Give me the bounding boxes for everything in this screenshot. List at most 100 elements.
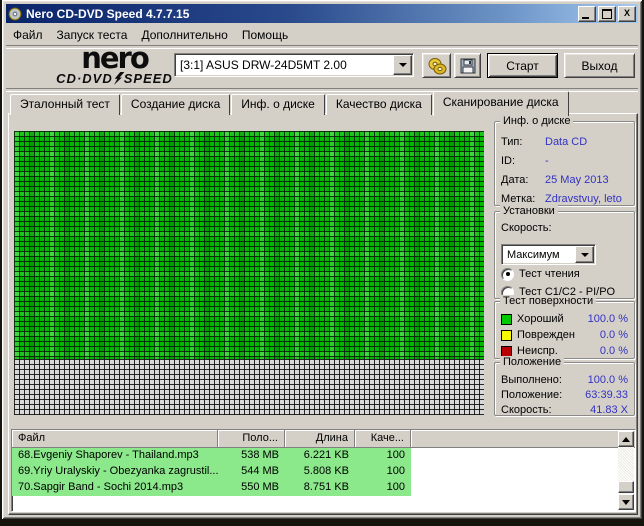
speed-row: Скорость: 41.83 X [501,402,628,417]
disc-type-label: Тип: [501,135,523,148]
exit-button[interactable]: Выход [564,53,635,78]
minimize-icon [582,16,589,19]
table-row[interactable]: 69.Yriy Uralyskiy - Obezyanka zagrustil.… [12,464,635,480]
surface-good-row: Хороший 100.0 % [501,311,628,327]
read-test-label: Тест чтения [519,268,580,280]
cell-length: 8.751 KB [285,480,355,496]
damaged-label: Поврежден [517,329,575,341]
title-bar: Nero CD-DVD Speed 4.7.7.15 X [6,4,638,23]
start-button[interactable]: Старт [487,53,558,78]
good-label: Хороший [517,313,564,325]
table-row[interactable]: 70.Sapgir Band - Sochi 2014.mp3 550 MB 8… [12,480,635,496]
nero-logo: nero CD·DVD SPEED [32,41,197,87]
damaged-value: 0.0 % [599,329,628,341]
tab-scan-disc[interactable]: Сканирование диска [432,91,569,116]
disc-label-value: Zdravstvuy, leto [545,192,622,205]
logo-speed-text: SPEED [123,71,173,86]
position-label: Положение: [501,388,563,401]
cell-position: 544 MB [218,464,285,480]
speed-selector-value: Максимум [507,248,560,261]
speed-row-value: 41.83 X [590,403,628,416]
save-icon [460,58,475,73]
cell-file: 69.Yriy Uralyskiy - Obezyanka zagrustil.… [12,464,218,480]
tab-create-disc[interactable]: Создание диска [120,94,231,115]
speed-selector[interactable]: Максимум [501,244,596,265]
disc-info-row-date: Дата: 25 May 2013 [501,170,628,189]
progress-row: Выполнено: 100.0 % [501,372,628,387]
position-value: 63:39.33 [585,388,628,401]
maximize-button[interactable] [598,5,616,22]
position-row: Положение: 63:39.33 [501,387,628,402]
good-color-swatch [501,313,512,325]
disc-info-row-type: Тип: Data CD [501,132,628,151]
cell-length: 5.808 KB [285,464,355,480]
radio-selected-icon[interactable] [501,267,514,281]
cell-quality: 100 [355,480,411,496]
tab-disc-info[interactable]: Инф. о диске [231,94,325,115]
position-group: Положение Выполнено: 100.0 % Положение: … [494,356,635,417]
app-window: Nero CD-DVD Speed 4.7.7.15 X Файл Запуск… [2,0,642,519]
speed-dropdown-button[interactable] [575,246,594,263]
tab-benchmark[interactable]: Эталонный тест [10,94,120,115]
disc-id-value: - [545,154,549,167]
minimize-button[interactable] [578,5,596,22]
surface-scan-grid [14,131,484,415]
table-scrollbar[interactable] [618,431,634,510]
drive-selector-dropdown-button[interactable] [393,55,412,75]
column-header-filler [411,430,635,448]
scroll-down-button[interactable] [618,494,634,510]
disc-eject-icon [428,57,446,74]
drive-selector-value: [3:1] ASUS DRW-24D5MT 2.00 [180,58,347,72]
menu-help[interactable]: Помощь [235,26,295,44]
menu-file[interactable]: Файл [6,26,50,44]
scan-grid-untested-area [14,359,484,415]
read-test-option[interactable]: Тест чтения [501,266,628,282]
cell-length: 6.221 KB [285,448,355,464]
chevron-down-icon [580,252,589,257]
arrow-up-icon [622,436,630,442]
table-row[interactable]: 68.Evgeniy Shaporev - Thailand.mp3 538 M… [12,448,635,464]
surface-test-group: Тест поверхности Хороший 100.0 % Поврежд… [494,295,635,359]
eject-button[interactable] [422,53,451,78]
surface-test-title: Тест поверхности [500,295,597,307]
cell-quality: 100 [355,448,411,464]
unreadable-value: 0.0 % [599,345,628,357]
menu-extra[interactable]: Дополнительно [134,26,234,44]
settings-group: Установки Скорость: Максимум Тест чтения… [494,205,635,299]
drive-selector[interactable]: [3:1] ASUS DRW-24D5MT 2.00 [174,53,414,77]
cell-quality: 100 [355,464,411,480]
nero-brand-text: nero [81,41,150,75]
column-header-file[interactable]: Файл [12,430,218,448]
cell-file: 70.Sapgir Band - Sochi 2014.mp3 [12,480,218,496]
save-button[interactable] [454,53,481,78]
speed-row-label: Скорость: [501,403,552,416]
close-button[interactable]: X [618,5,636,22]
good-value: 100.0 % [587,313,628,325]
scroll-up-button[interactable] [618,431,634,447]
damaged-color-swatch [501,329,512,341]
scrollbar-thumb[interactable] [618,481,634,493]
column-header-position[interactable]: Поло... [218,430,285,448]
file-table: Файл Поло... Длина Каче... 68.Evgeniy Sh… [11,429,636,512]
position-title: Положение [500,356,565,368]
cell-position: 550 MB [218,480,285,496]
disc-date-label: Дата: [501,173,529,186]
arrow-down-icon [622,499,630,505]
disc-info-row-id: ID: - [501,151,628,170]
column-header-length[interactable]: Длина [285,430,355,448]
disc-id-label: ID: [501,154,516,167]
chevron-down-icon [398,63,407,67]
tab-disc-quality[interactable]: Качество диска [325,94,432,115]
progress-value: 100.0 % [587,373,628,386]
cell-file: 68.Evgeniy Shaporev - Thailand.mp3 [12,448,218,464]
disc-label-label: Метка: [501,192,536,205]
disc-info-group: Инф. о диске Тип: Data CD ID: - Дата: 25… [494,115,635,206]
surface-damaged-row: Поврежден 0.0 % [501,327,628,343]
radio-dot [505,272,510,276]
scan-grid-good-area [14,131,484,359]
settings-title: Установки [500,205,558,217]
app-icon [8,7,22,20]
disc-info-title: Инф. о диске [500,115,574,127]
column-header-quality[interactable]: Каче... [355,430,411,448]
unreadable-color-swatch [501,345,512,357]
